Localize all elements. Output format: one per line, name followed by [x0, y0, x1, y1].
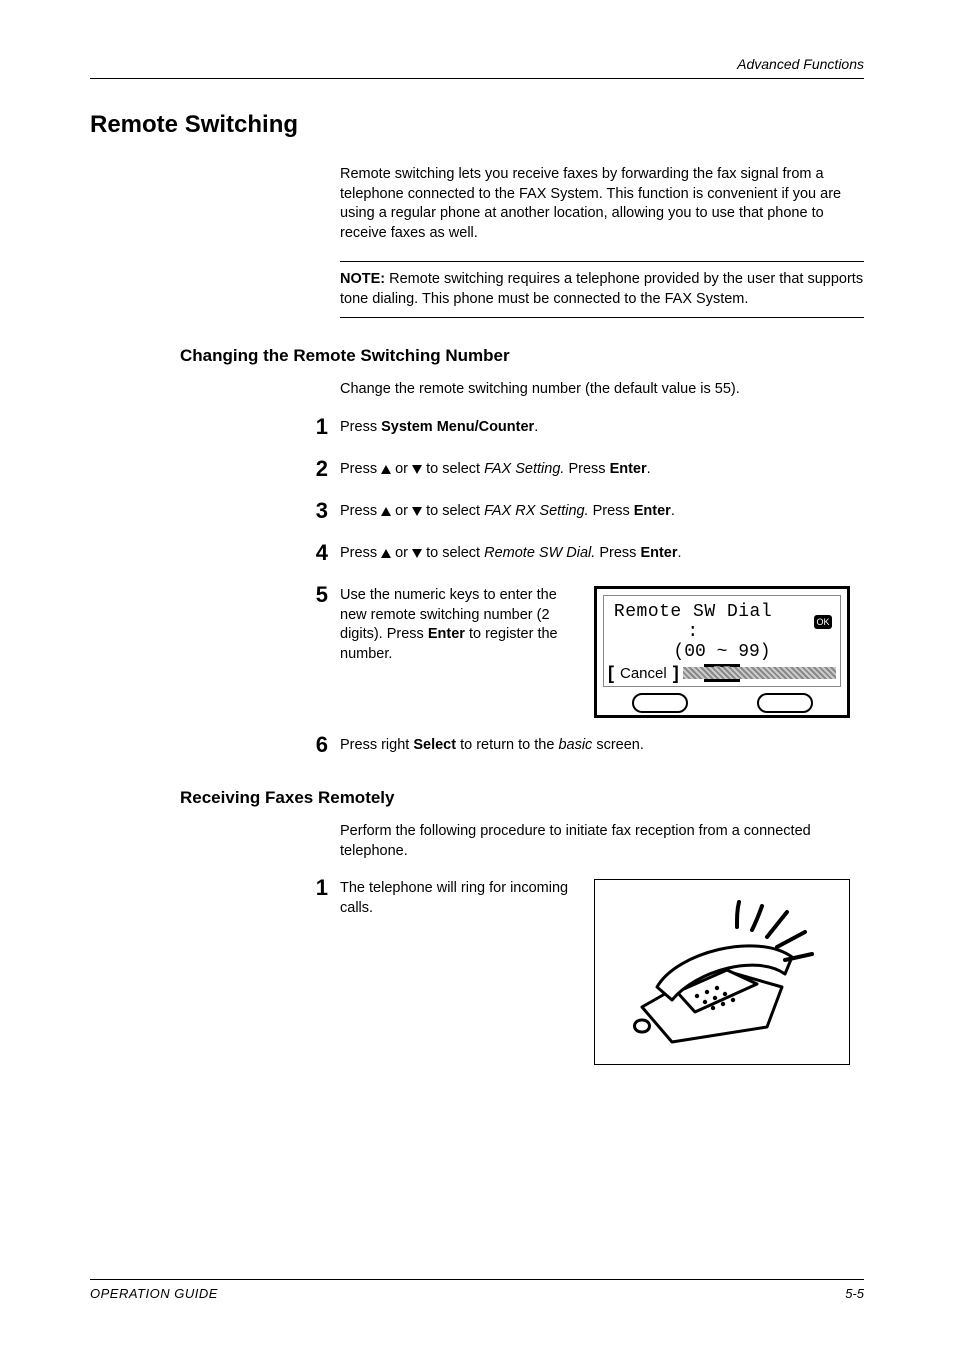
- telephone-icon: [617, 892, 827, 1052]
- step4-text-g: .: [678, 545, 682, 561]
- note-box: NOTE: Remote switching requires a teleph…: [340, 261, 864, 318]
- lcd-inner: Remote SW Dial : OK (00 ~ 99) 55 [ Cance…: [603, 595, 841, 687]
- lcd-cancel-label: Cancel: [616, 665, 671, 682]
- lcd-frame: Remote SW Dial : OK (00 ~ 99) 55 [ Cance…: [594, 586, 850, 718]
- step-2: 2 Press or to select FAX Setting. Press …: [340, 460, 864, 484]
- step4-text-e: Press: [595, 545, 640, 561]
- step4-text-d: Remote SW Dial.: [484, 545, 595, 561]
- section-title: Remote Switching: [90, 111, 864, 139]
- step2-text-g: .: [647, 461, 651, 477]
- step-number: 6: [292, 732, 328, 758]
- step2-text-b: or: [391, 461, 412, 477]
- footer-rule: [90, 1279, 864, 1280]
- step6-text-c: to return to the: [456, 737, 558, 753]
- note-text: Remote switching requires a telephone pr…: [340, 271, 863, 307]
- bracket-right-icon: ]: [673, 663, 679, 684]
- step1-text-a: Press: [340, 419, 381, 435]
- section-intro: Remote switching lets you receive faxes …: [340, 165, 864, 243]
- note-label: NOTE:: [340, 271, 385, 287]
- subsection-1-intro: Change the remote switching number (the …: [340, 380, 864, 400]
- up-arrow-icon: [381, 465, 391, 474]
- sub2-step1-text: The telephone will ring for incoming cal…: [340, 879, 580, 918]
- step-number: 4: [292, 540, 328, 566]
- step2-text-a: Press: [340, 461, 381, 477]
- step-5: 5 Use the numeric keys to enter the new …: [340, 586, 864, 718]
- ok-icon: OK: [814, 615, 832, 629]
- down-arrow-icon: [412, 465, 422, 474]
- step1-text-b: System Menu/Counter: [381, 419, 534, 435]
- down-arrow-icon: [412, 549, 422, 558]
- down-arrow-icon: [412, 507, 422, 516]
- step-4: 4 Press or to select Remote SW Dial. Pre…: [340, 544, 864, 568]
- step3-text-f: Enter: [634, 503, 671, 519]
- step1-text-c: .: [534, 419, 538, 435]
- lcd-title: Remote SW Dial :: [612, 602, 774, 642]
- bracket-left-icon: [: [608, 663, 614, 684]
- step6-text-e: screen.: [592, 737, 644, 753]
- running-header: Advanced Functions: [90, 56, 864, 72]
- step2-text-c: to select: [422, 461, 484, 477]
- step-number: 5: [292, 582, 328, 608]
- subsection-1-title: Changing the Remote Switching Number: [90, 346, 864, 366]
- sub2-step-1: 1 The telephone will ring for incoming c…: [340, 879, 864, 1065]
- footer-page-number: 5-5: [845, 1286, 864, 1301]
- page-footer: OPERATION GUIDE 5-5: [90, 1279, 864, 1301]
- subsection-2-title: Receiving Faxes Remotely: [90, 788, 864, 808]
- step3-text-c: to select: [422, 503, 484, 519]
- footer-left: OPERATION GUIDE: [90, 1286, 218, 1301]
- soft-button-left: [632, 693, 688, 713]
- step-number: 1: [292, 414, 328, 440]
- soft-button-right: [757, 693, 813, 713]
- header-rule: [90, 78, 864, 79]
- lcd-range: (00 ~ 99): [604, 642, 840, 662]
- step4-text-c: to select: [422, 545, 484, 561]
- up-arrow-icon: [381, 507, 391, 516]
- step6-text-a: Press right: [340, 737, 413, 753]
- step3-text-a: Press: [340, 503, 381, 519]
- step-number: 2: [292, 456, 328, 482]
- step3-text-b: or: [391, 503, 412, 519]
- step-1: 1 Press System Menu/Counter.: [340, 418, 864, 442]
- step-3: 3 Press or to select FAX RX Setting. Pre…: [340, 502, 864, 526]
- step5-text-b: Enter: [428, 626, 465, 642]
- step6-text-d: basic: [558, 737, 592, 753]
- lcd-filler: [683, 667, 836, 679]
- step6-text-b: Select: [413, 737, 456, 753]
- step4-text-b: or: [391, 545, 412, 561]
- step4-text-a: Press: [340, 545, 381, 561]
- lcd-cancel: [ Cancel ]: [608, 663, 679, 684]
- subsection-2-intro: Perform the following procedure to initi…: [340, 822, 864, 861]
- step2-text-e: Press: [564, 461, 609, 477]
- step2-text-f: Enter: [610, 461, 647, 477]
- step3-text-e: Press: [589, 503, 634, 519]
- step3-text-g: .: [671, 503, 675, 519]
- step4-text-f: Enter: [640, 545, 677, 561]
- device-screen: Remote SW Dial : OK (00 ~ 99) 55 [ Cance…: [594, 586, 850, 718]
- step-number: 3: [292, 498, 328, 524]
- up-arrow-icon: [381, 549, 391, 558]
- step3-text-d: FAX RX Setting.: [484, 503, 589, 519]
- step-number: 1: [292, 875, 328, 901]
- step-6: 6 Press right Select to return to the ba…: [340, 736, 864, 760]
- step2-text-d: FAX Setting.: [484, 461, 564, 477]
- telephone-ringing-figure: [594, 879, 850, 1065]
